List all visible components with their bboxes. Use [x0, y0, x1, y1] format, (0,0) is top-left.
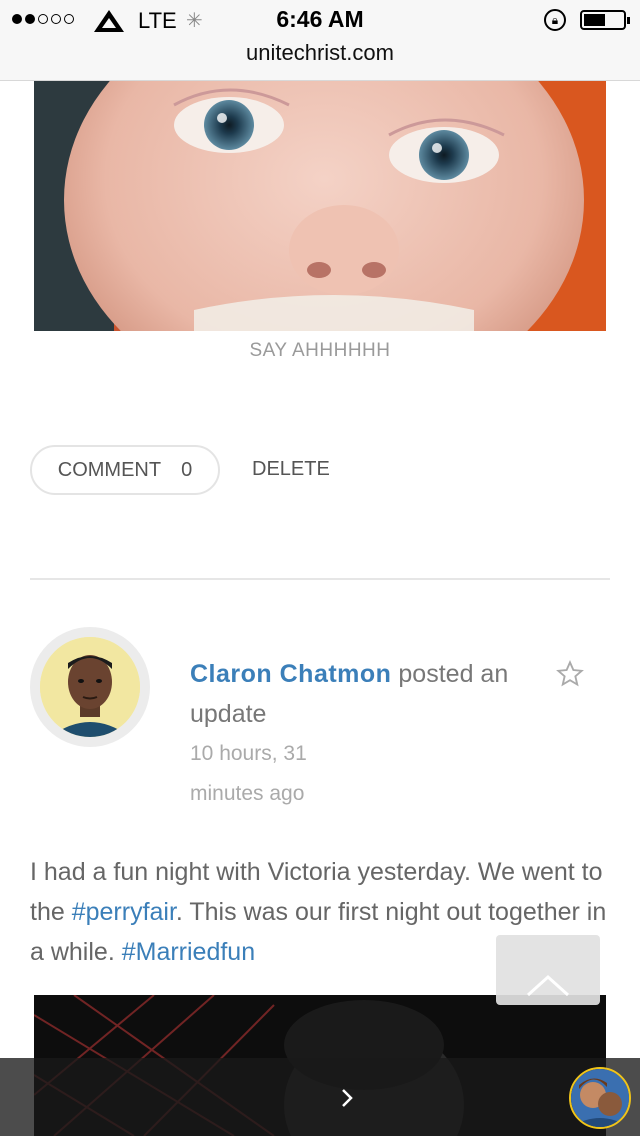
comment-button[interactable]: COMMENT 0	[30, 445, 220, 495]
post-divider	[30, 578, 610, 580]
delete-button[interactable]: DELETE	[252, 458, 330, 481]
photo-caption: SAY AHHHHHH	[249, 340, 391, 361]
star-outline-icon[interactable]	[556, 660, 584, 688]
rotation-lock-icon: 🔒︎	[544, 9, 566, 31]
author-link[interactable]: Claron Chatmon	[190, 660, 391, 688]
user-avatar-button[interactable]	[569, 1067, 631, 1129]
comment-count: 0	[181, 458, 193, 481]
chevron-right-icon[interactable]	[336, 1080, 360, 1116]
scroll-to-top-button[interactable]	[496, 935, 600, 1005]
post-header: Claron Chatmon posted an update	[190, 654, 550, 734]
hashtag-link[interactable]: #Marriedfun	[122, 938, 255, 966]
chevron-up-icon	[526, 974, 570, 997]
battery-icon	[580, 10, 630, 30]
post-timestamp[interactable]: 10 hours, 31 minutes ago	[190, 734, 360, 814]
status-bar: LTE ✳ 6:46 AM 🔒︎ unitechrist.com	[0, 0, 640, 81]
post-photo-baby[interactable]	[34, 80, 606, 331]
comment-label: COMMENT	[57, 458, 162, 481]
hashtag-link[interactable]: #perryfair	[72, 898, 176, 926]
bottom-toolbar	[0, 1058, 640, 1136]
avatar[interactable]	[40, 637, 140, 737]
address-bar-url[interactable]: unitechrist.com	[0, 40, 640, 66]
